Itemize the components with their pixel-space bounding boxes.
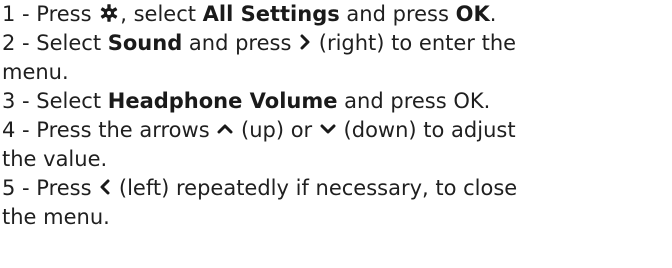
settings-gear-icon: [98, 3, 120, 23]
step-5: 5 - Press (left) repeatedly if necessary…: [2, 174, 662, 203]
step-2-text-a: 2 - Select: [2, 31, 108, 55]
step-3-headphone-volume: Headphone Volume: [107, 89, 338, 113]
step-4-text-c: (down) to adjust: [336, 118, 516, 142]
step-4-text-a: 4 - Press the arrows: [2, 118, 217, 142]
step-3-text-a: 3 - Select: [2, 89, 108, 113]
step-2-sound: Sound: [107, 31, 183, 55]
step-2-continued: menu.: [2, 60, 69, 84]
step-1-text-d: .: [489, 2, 497, 26]
step-4: 4 - Press the arrows (up) or (down) to a…: [2, 116, 662, 145]
step-2-text-c: (right) to enter the: [312, 31, 517, 55]
step-1-all-settings: All Settings: [202, 2, 340, 26]
step-1-text-c: and press: [339, 2, 456, 26]
chevron-left-icon: [98, 179, 112, 195]
step-4-continued: the value.: [2, 147, 108, 171]
step-1: 1 - Press , select All Settings and pres…: [2, 0, 662, 29]
step-5-text-b: (left) repeatedly if necessary, to close: [112, 176, 518, 200]
step-2: 2 - Select Sound and press (right) to en…: [2, 29, 662, 58]
step-3-text-b: and press OK.: [337, 89, 491, 113]
step-3: 3 - Select Headphone Volume and press OK…: [2, 87, 662, 116]
chevron-up-icon: [216, 122, 234, 136]
step-1-ok: OK: [455, 2, 490, 26]
chevron-right-icon: [298, 34, 312, 50]
step-2-text-b: and press: [182, 31, 299, 55]
step-4-text-b: (up) or: [234, 118, 319, 142]
instruction-steps: 1 - Press , select All Settings and pres…: [0, 0, 662, 232]
step-1-text-a: 1 - Press: [2, 2, 99, 26]
chevron-down-icon: [319, 122, 337, 136]
step-5-text-a: 5 - Press: [2, 176, 99, 200]
step-1-text-b: , select: [120, 2, 203, 26]
step-5-continued: the menu.: [2, 205, 110, 229]
